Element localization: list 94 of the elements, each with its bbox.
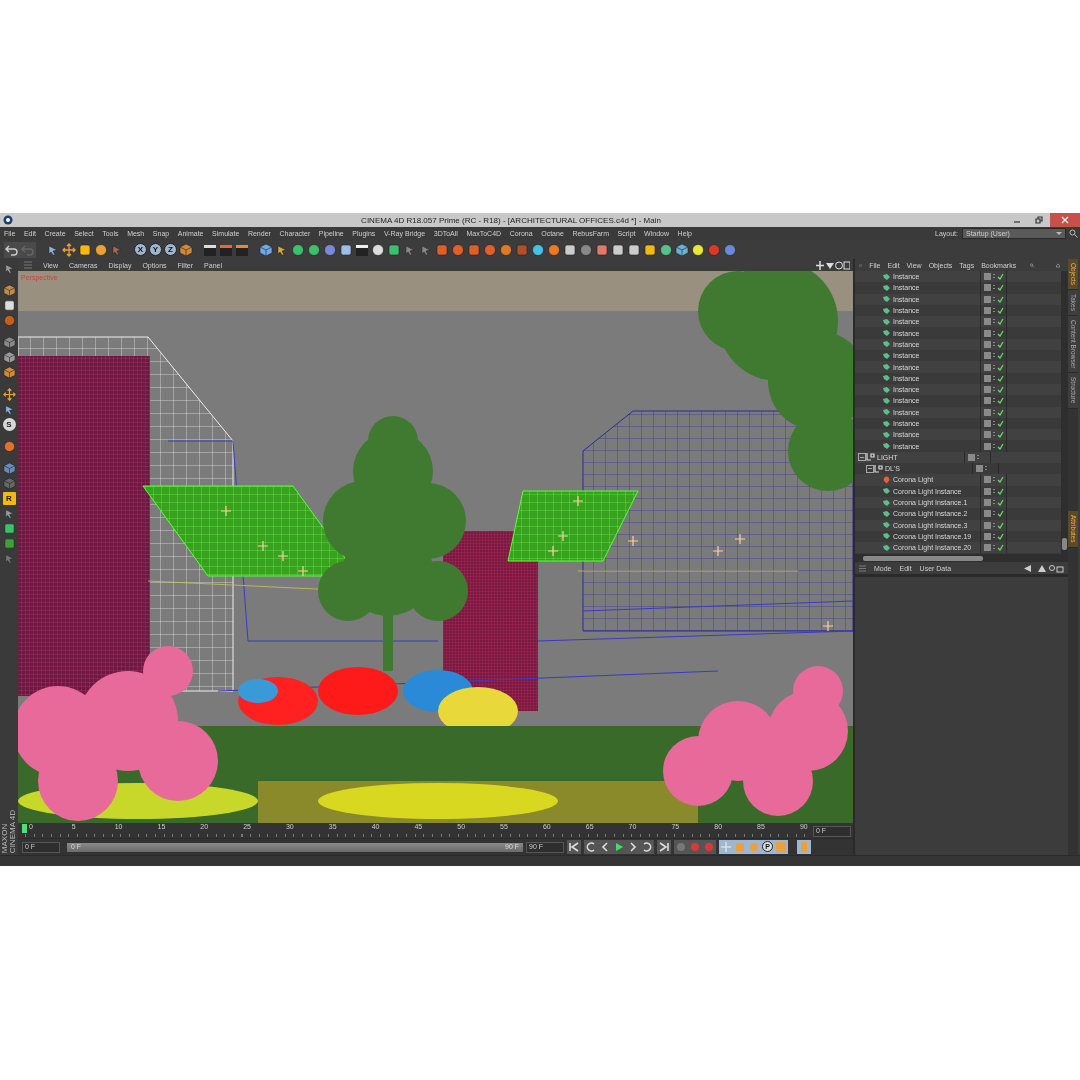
enabled-check-icon[interactable] xyxy=(997,318,1004,326)
enabled-check-icon[interactable] xyxy=(997,284,1004,292)
enabled-check-icon[interactable] xyxy=(997,442,1004,450)
null-object-icon xyxy=(866,453,875,462)
enabled-check-icon[interactable] xyxy=(997,521,1004,529)
layer-swatch[interactable] xyxy=(984,510,991,518)
window-title: CINEMA 4D R18.057 Prime (RC - R18) - [ARCHITECTURAL OFFICES.c4d *] - Main xyxy=(360,215,662,225)
close-button[interactable] xyxy=(1050,213,1080,227)
axis-toggle-button[interactable]: X xyxy=(134,243,147,256)
enabled-check-icon[interactable] xyxy=(997,544,1004,552)
app-logo-icon xyxy=(3,215,13,225)
go-to-start-icon[interactable] xyxy=(568,841,580,853)
tool-button[interactable]: S xyxy=(2,418,16,431)
layer-swatch[interactable] xyxy=(984,521,991,529)
sphere-icon[interactable] xyxy=(547,242,561,257)
layer-swatch[interactable] xyxy=(976,465,983,473)
playhead-marker[interactable] xyxy=(22,824,27,833)
axis-toggle-button[interactable]: Y xyxy=(149,243,162,256)
close-icon xyxy=(1061,216,1069,224)
vertical-scrollbar[interactable] xyxy=(1061,271,1068,554)
horizontal-scrollbar[interactable] xyxy=(855,554,1068,562)
enabled-check-icon[interactable] xyxy=(997,487,1004,495)
enabled-check-icon[interactable] xyxy=(997,352,1004,360)
cube-icon[interactable] xyxy=(675,242,689,257)
move-icon[interactable] xyxy=(62,242,76,257)
enabled-check-icon[interactable] xyxy=(997,397,1004,405)
tool-button[interactable]: R xyxy=(2,492,16,505)
layer-swatch[interactable] xyxy=(984,318,991,326)
layer-swatch[interactable] xyxy=(984,386,991,394)
enabled-check-icon[interactable] xyxy=(997,420,1004,427)
layer-swatch[interactable] xyxy=(984,352,991,360)
layer-swatch[interactable] xyxy=(984,487,991,495)
panel-grip-icon xyxy=(859,564,866,572)
brand-logo-text: MAXON xyxy=(1,822,9,853)
layer-swatch[interactable] xyxy=(984,544,991,552)
layer-swatch[interactable] xyxy=(984,397,991,405)
previous-frame-icon[interactable] xyxy=(599,841,611,853)
cube-icon[interactable] xyxy=(2,477,16,490)
play-icon[interactable] xyxy=(613,841,625,853)
null-object-icon xyxy=(874,464,883,473)
cube-icon[interactable] xyxy=(2,366,16,379)
clapper-icon[interactable] xyxy=(235,242,249,257)
expand-toggle[interactable] xyxy=(866,464,874,473)
brand-logo-text: CINEMA 4D xyxy=(9,809,17,853)
layer-swatch[interactable] xyxy=(984,363,991,371)
layer-swatch[interactable] xyxy=(984,499,991,507)
sphere-icon[interactable] xyxy=(291,242,305,257)
cube-icon[interactable] xyxy=(2,336,16,349)
layer-swatch[interactable] xyxy=(984,408,991,416)
cube-icon[interactable] xyxy=(2,284,16,297)
enabled-check-icon[interactable] xyxy=(997,532,1004,540)
layer-swatch[interactable] xyxy=(984,442,991,450)
cube-icon[interactable] xyxy=(2,351,16,364)
cube-icon[interactable] xyxy=(2,462,16,475)
layer-swatch[interactable] xyxy=(984,284,991,292)
enabled-check-icon[interactable] xyxy=(997,363,1004,371)
layer-swatch[interactable] xyxy=(984,340,991,348)
enabled-check-icon[interactable] xyxy=(997,499,1004,507)
next-key-icon[interactable] xyxy=(641,841,653,853)
axis-toggle-button[interactable]: Z xyxy=(164,243,177,256)
layer-swatch[interactable] xyxy=(968,453,975,461)
clapper-icon[interactable] xyxy=(203,242,217,257)
next-frame-icon[interactable] xyxy=(627,841,639,853)
layer-swatch[interactable] xyxy=(984,295,991,303)
layer-swatch[interactable] xyxy=(984,532,991,540)
enabled-check-icon[interactable] xyxy=(997,307,1004,315)
clapper-icon[interactable] xyxy=(219,242,233,257)
layer-swatch[interactable] xyxy=(984,374,991,382)
sphere-icon[interactable] xyxy=(499,242,513,257)
enabled-check-icon[interactable] xyxy=(997,386,1004,394)
cube-icon[interactable] xyxy=(259,242,273,257)
restore-icon xyxy=(1035,216,1043,224)
expand-toggle[interactable] xyxy=(858,453,866,462)
cube-icon[interactable] xyxy=(179,242,193,257)
enabled-check-icon[interactable] xyxy=(997,374,1004,382)
enabled-check-icon[interactable] xyxy=(997,476,1004,484)
attribute-nav-icons[interactable] xyxy=(1024,563,1064,573)
enabled-check-icon[interactable] xyxy=(997,273,1004,281)
enabled-check-icon[interactable] xyxy=(997,340,1004,348)
go-to-end-icon[interactable] xyxy=(658,841,670,853)
enabled-check-icon[interactable] xyxy=(997,329,1004,337)
enabled-check-icon[interactable] xyxy=(997,408,1004,416)
previous-key-icon[interactable] xyxy=(585,841,597,853)
navigation-icons[interactable] xyxy=(816,260,850,270)
layer-swatch[interactable] xyxy=(984,307,991,315)
layer-swatch[interactable] xyxy=(984,420,991,427)
panel-grip-icon xyxy=(24,261,32,269)
enabled-check-icon[interactable] xyxy=(997,295,1004,303)
layer-swatch[interactable] xyxy=(984,273,991,281)
layer-swatch[interactable] xyxy=(984,431,991,439)
layer-swatch[interactable] xyxy=(984,329,991,337)
layer-swatch[interactable] xyxy=(984,476,991,484)
enabled-check-icon[interactable] xyxy=(997,510,1004,518)
enabled-check-icon[interactable] xyxy=(997,431,1004,439)
